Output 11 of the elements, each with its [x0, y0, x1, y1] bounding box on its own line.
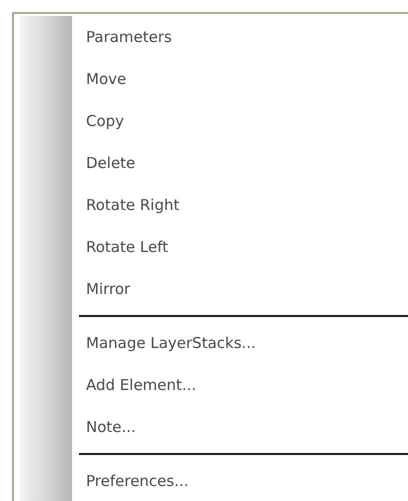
menu-item[interactable]: Parameters — [86, 26, 172, 48]
menu-item[interactable]: Add Element... — [86, 374, 196, 396]
menu-item[interactable]: Move — [86, 68, 126, 90]
menu-item[interactable]: Mirror — [86, 278, 130, 300]
menu-item[interactable]: Rotate Left — [86, 236, 168, 258]
menu-item[interactable]: Note... — [86, 416, 136, 438]
menu-item[interactable]: Manage LayerStacks... — [86, 332, 256, 354]
menu-item[interactable]: Preferences... — [86, 470, 189, 492]
menu-item[interactable]: Rotate Right — [86, 194, 180, 216]
menu-item[interactable]: Delete — [86, 152, 136, 174]
menu-item[interactable]: Copy — [86, 110, 124, 132]
